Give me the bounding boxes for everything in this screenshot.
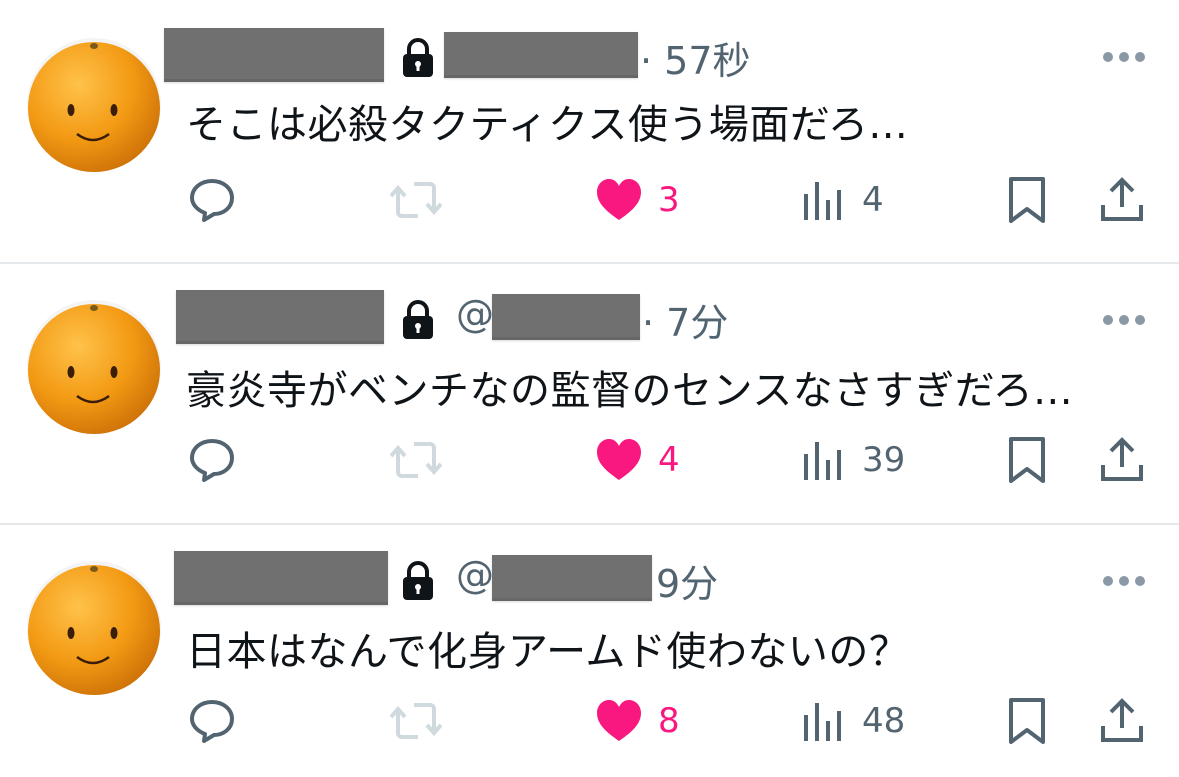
tweet[interactable]: @ · 7分 豪炎寺がベンチなの監督のセンスなさすぎだろ... 4 39 — [0, 264, 1179, 525]
like-button[interactable]: 8 — [596, 691, 680, 751]
like-count: 8 — [658, 701, 680, 741]
tweet-actions: 8 48 — [0, 691, 1179, 751]
orange-avatar-image — [27, 38, 161, 172]
avatar[interactable] — [27, 38, 161, 172]
views-icon — [804, 442, 841, 480]
lock-icon — [403, 38, 433, 77]
tweet-actions: 3 4 — [0, 170, 1179, 230]
at-symbol: @ — [456, 553, 494, 597]
share-icon — [1101, 437, 1143, 481]
lock-icon — [403, 300, 433, 339]
share-icon — [1101, 177, 1143, 221]
reply-button[interactable] — [188, 430, 252, 490]
view-count: 48 — [862, 701, 906, 741]
reply-icon — [190, 700, 234, 743]
like-button[interactable]: 4 — [596, 430, 680, 490]
heart-icon — [597, 439, 641, 480]
tweet[interactable]: · 57秒 そこは必殺タクティクス使う場面だろ... 3 4 — [0, 0, 1179, 264]
redacted-display-name — [164, 28, 384, 82]
retweet-button[interactable] — [390, 430, 458, 490]
redacted-handle — [444, 32, 638, 78]
view-count: 4 — [862, 180, 884, 220]
avatar[interactable] — [27, 561, 161, 695]
reply-icon — [190, 179, 234, 222]
like-count: 4 — [658, 440, 680, 480]
tweet-time: · 57秒 — [640, 39, 751, 83]
tweet-text: そこは必殺タクティクス使う場面だろ... — [186, 102, 909, 148]
orange-avatar-image — [27, 300, 161, 434]
views-button[interactable]: 4 — [802, 170, 884, 230]
retweet-icon — [390, 442, 442, 478]
more-icon[interactable] — [1101, 50, 1147, 64]
redacted-handle — [492, 555, 652, 601]
share-button[interactable] — [1100, 170, 1144, 230]
bookmark-icon — [1009, 177, 1045, 223]
views-icon — [804, 703, 841, 741]
more-icon[interactable] — [1101, 574, 1147, 588]
tweet-actions: 4 39 — [0, 430, 1179, 490]
bookmark-icon — [1009, 698, 1045, 744]
retweet-icon — [390, 182, 442, 218]
bookmark-icon — [1009, 437, 1045, 483]
like-button[interactable]: 3 — [596, 170, 680, 230]
lock-icon — [403, 561, 433, 600]
tweet-header: @ · 7分 — [176, 288, 1176, 348]
share-button[interactable] — [1100, 691, 1144, 751]
retweet-button[interactable] — [390, 691, 458, 751]
views-button[interactable]: 39 — [802, 430, 905, 490]
views-button[interactable]: 48 — [802, 691, 905, 751]
views-icon — [804, 182, 841, 220]
tweet-time: · 7分 — [642, 301, 729, 345]
share-button[interactable] — [1100, 430, 1144, 490]
bookmark-button[interactable] — [1008, 430, 1046, 490]
view-count: 39 — [862, 440, 906, 480]
share-icon — [1101, 698, 1143, 742]
bookmark-button[interactable] — [1008, 170, 1046, 230]
orange-avatar-image — [27, 561, 161, 695]
tweet-header: · 57秒 — [164, 26, 1164, 86]
reply-button[interactable] — [188, 170, 252, 230]
heart-icon — [597, 179, 641, 220]
tweet[interactable]: @ 9分 日本はなんで化身アームド使わないの？ 8 48 — [0, 525, 1179, 777]
more-icon[interactable] — [1101, 313, 1147, 327]
reply-button[interactable] — [188, 691, 252, 751]
avatar[interactable] — [27, 300, 161, 434]
redacted-handle — [492, 294, 640, 340]
at-symbol: @ — [456, 292, 494, 336]
redacted-display-name — [176, 290, 384, 344]
heart-icon — [597, 700, 641, 741]
tweet-time: 9分 — [656, 562, 719, 606]
redacted-display-name — [174, 551, 388, 605]
tweet-text: 日本はなんで化身アームド使わないの？ — [186, 629, 910, 675]
tweet-header: @ 9分 — [174, 549, 1174, 609]
tweet-text: 豪炎寺がベンチなの監督のセンスなさすぎだろ... — [186, 368, 1073, 414]
retweet-icon — [390, 703, 442, 739]
like-count: 3 — [658, 180, 680, 220]
bookmark-button[interactable] — [1008, 691, 1046, 751]
reply-icon — [190, 439, 234, 482]
retweet-button[interactable] — [390, 170, 458, 230]
